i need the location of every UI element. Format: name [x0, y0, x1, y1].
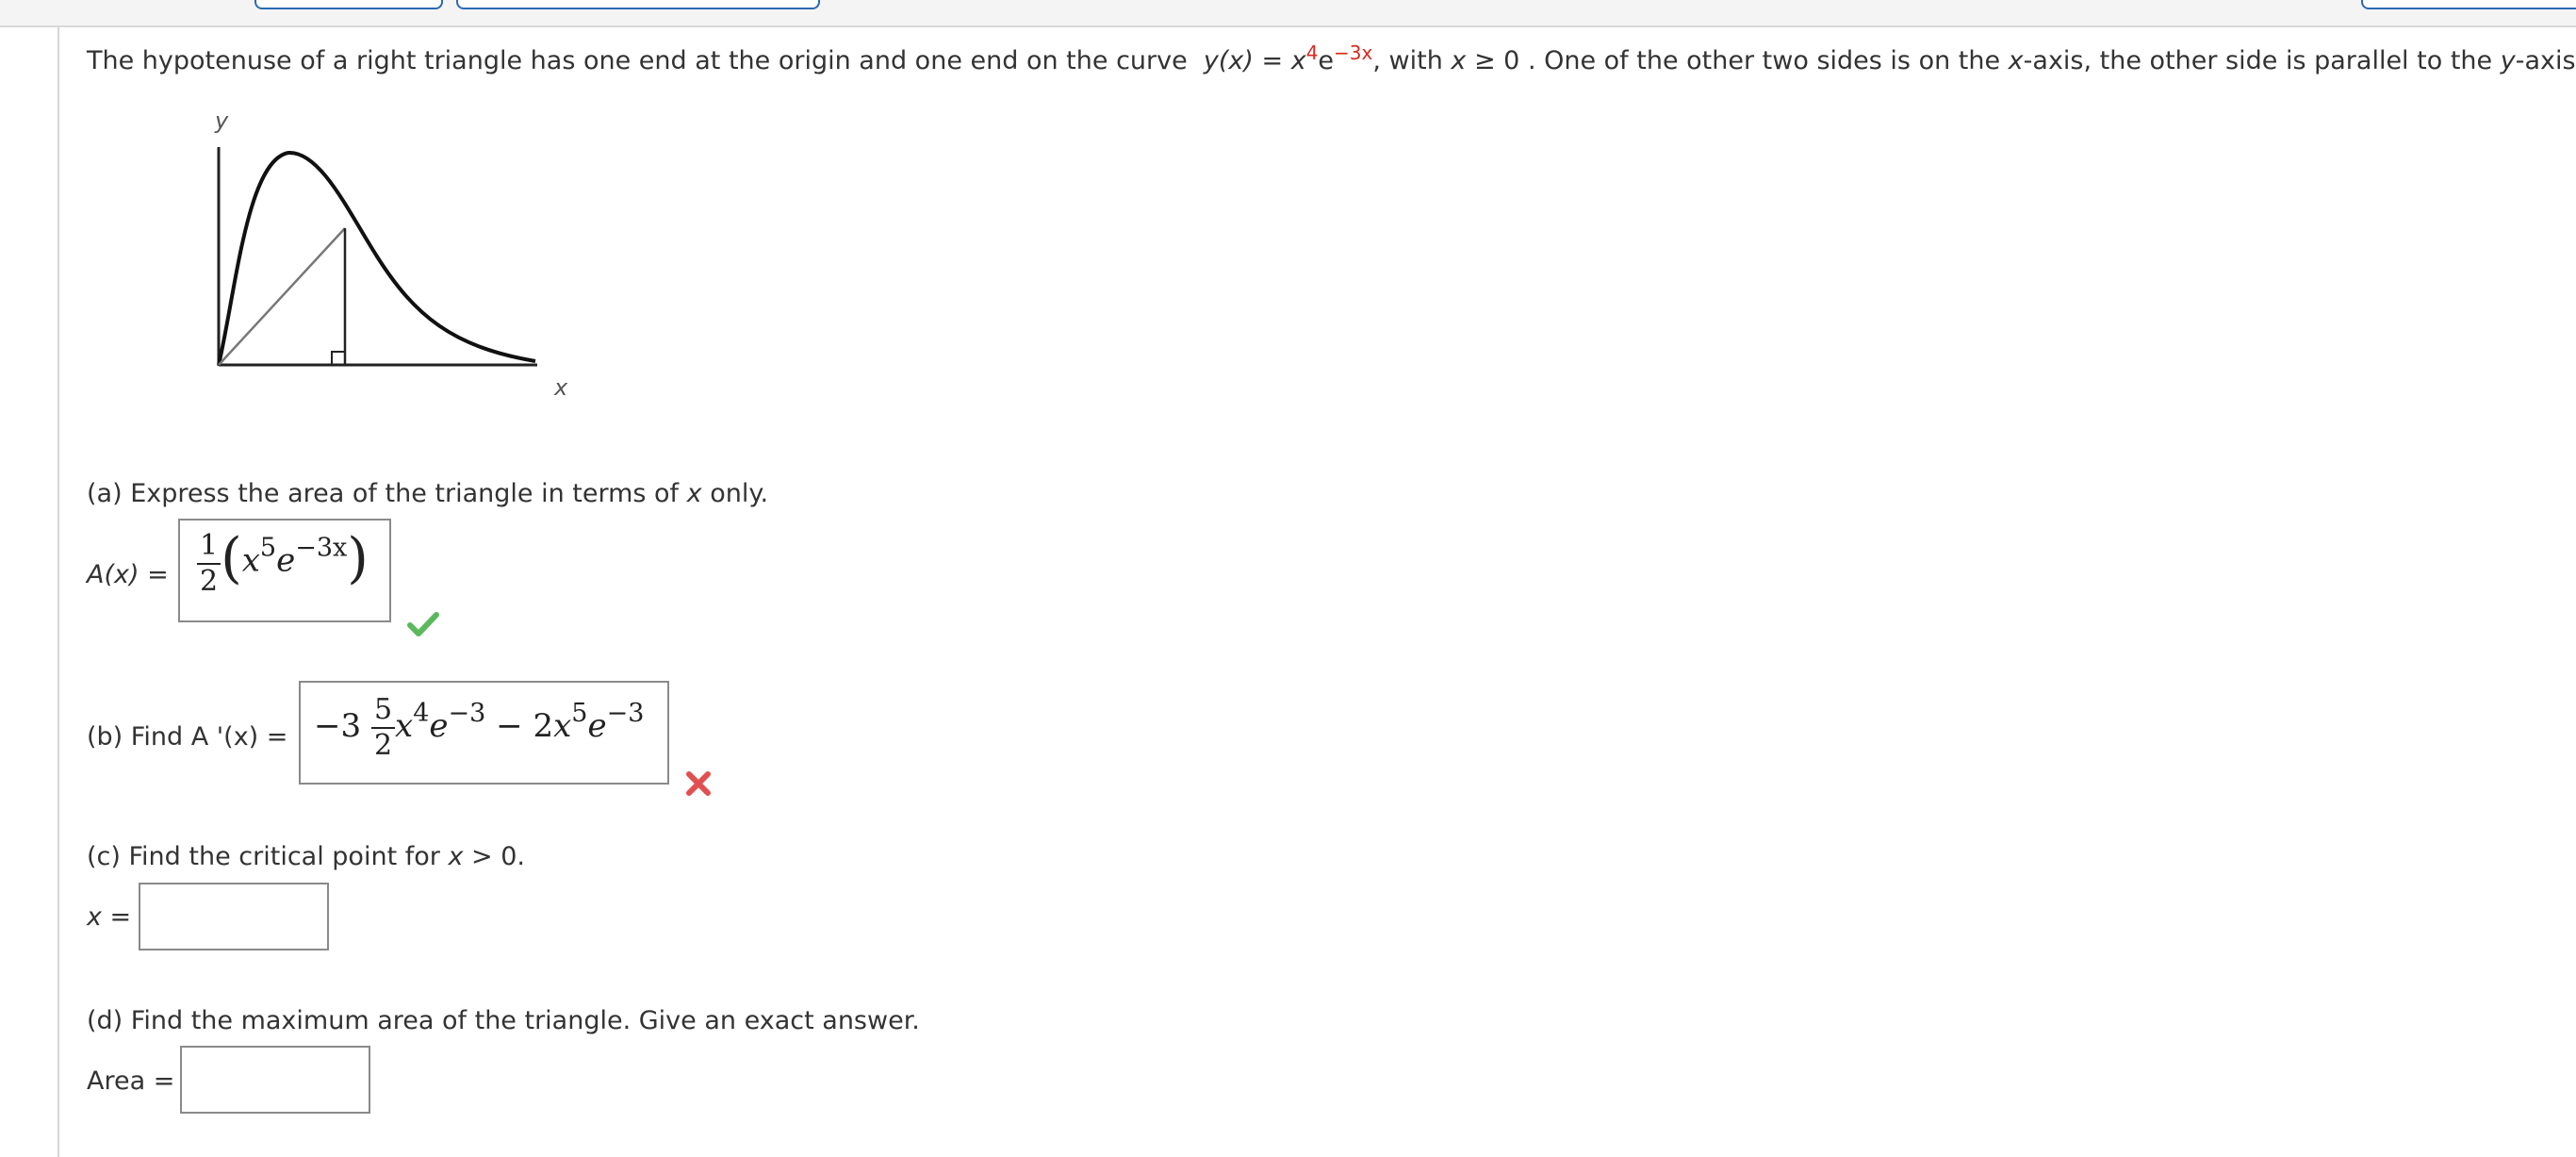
axis-x-word: x	[2008, 46, 2024, 75]
curve-exp2: −3x	[1334, 41, 1373, 64]
curve-exp1: 4	[1305, 41, 1319, 64]
part-b-e1: e	[429, 707, 449, 745]
part-d-label: Area =	[87, 1066, 175, 1096]
part-c-label: x =	[87, 902, 132, 932]
curve-tail-x: x	[1451, 46, 1467, 75]
toolbar-tab-1[interactable]	[254, 0, 443, 9]
y-axis-label: y	[214, 107, 229, 134]
left-divider	[57, 27, 59, 1157]
part-a-exp2: −3x	[295, 533, 348, 563]
part-b-frac-num: 5	[370, 696, 396, 729]
part-a-e: e	[276, 541, 296, 580]
part-b-x1: x	[395, 707, 414, 745]
curve-e: e	[1318, 46, 1335, 75]
part-a-frac-num: 1	[197, 532, 222, 565]
part-b-coef: 2	[533, 707, 554, 745]
part-a-frac-den: 2	[200, 565, 219, 598]
part-b-e2: e	[587, 707, 607, 745]
part-a-open-paren: (	[221, 525, 242, 590]
part-b-exp4: −3	[606, 699, 645, 728]
toolbar-tab-2[interactable]	[456, 0, 820, 9]
part-a-prompt-pre: (a) Express the area of the triangle in …	[87, 479, 687, 508]
part-a-prompt-post: only.	[701, 479, 769, 508]
incorrect-x-icon	[686, 771, 711, 796]
part-b-prompt: (b) Find A '(x) =	[87, 722, 288, 752]
triangle-figure: y x	[214, 107, 568, 401]
toolbar-tab-3[interactable]	[2361, 0, 2576, 9]
part-d-prompt: (d) Find the maximum area of the triangl…	[87, 1006, 920, 1035]
x-axis-label: x	[553, 374, 568, 401]
curve-tail-c: -axis, the other side is parallel to the	[2023, 46, 2501, 75]
problem-intro: The hypotenuse of a right triangle has o…	[87, 46, 1188, 75]
part-a-prompt: (a) Express the area of the triangle in …	[87, 479, 768, 508]
part-b-frac-den: 2	[373, 729, 393, 762]
right-angle-mark	[331, 351, 346, 366]
problem-statement: The hypotenuse of a right triangle has o…	[87, 41, 2576, 75]
curve-tail-d: -axis.	[2515, 46, 2576, 75]
part-a-label: A(x) =	[87, 560, 169, 589]
part-c-prompt-pre: (c) Find the critical point for	[87, 842, 449, 871]
part-a-exp1: 5	[259, 533, 277, 563]
hypotenuse	[218, 227, 346, 366]
part-b-exp1: 4	[413, 699, 430, 728]
part-a-prompt-var: x	[686, 479, 702, 508]
part-b-fraction: 52	[370, 696, 396, 762]
part-a-answer-expression: 1 2 (x5e−3x)	[197, 531, 369, 598]
part-a-x: x	[241, 541, 260, 580]
part-a-answer-input[interactable]: 1 2 (x5e−3x)	[178, 519, 391, 622]
curve-tail-a: , with	[1372, 46, 1452, 75]
part-b-answer-input[interactable]: −3 5 2 x4e−3 − 2x5e−3	[299, 681, 669, 785]
part-a-fraction: 12	[197, 532, 222, 598]
part-b-x2: x	[553, 707, 572, 745]
top-toolbar	[0, 0, 2576, 27]
part-c-prompt-post: > 0.	[463, 842, 525, 871]
part-b-answer-expression: −3 5 2 x4e−3 − 2x5e−3	[314, 696, 644, 760]
part-b-exp2: −3	[448, 699, 486, 728]
curve	[217, 150, 536, 366]
part-c-prompt-var: x	[448, 842, 464, 871]
axis-y-word: y	[2500, 46, 2516, 75]
part-b-minus: −	[496, 707, 523, 745]
curve-tail-b: ≥ 0 . One of the other two sides is on t…	[1466, 46, 2009, 75]
curve-lhs: y(x) = x	[1203, 46, 1306, 75]
part-b-exp3: 5	[571, 699, 588, 728]
correct-check-icon	[407, 612, 439, 636]
part-c-prompt: (c) Find the critical point for x > 0.	[87, 842, 525, 871]
part-d-answer-input[interactable]	[180, 1046, 370, 1114]
part-b-lead: −3	[314, 707, 362, 745]
part-a-close-paren: )	[347, 525, 369, 590]
part-c-answer-input[interactable]	[139, 883, 329, 950]
